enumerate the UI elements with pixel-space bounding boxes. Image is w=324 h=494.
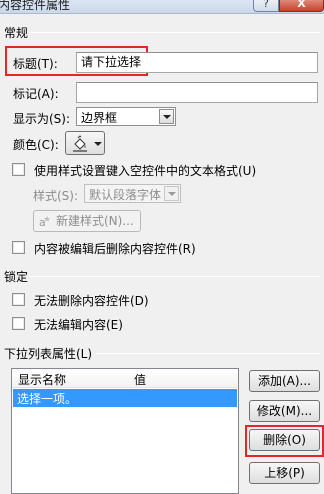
- cannot-delete-label: 无法删除内容控件(D): [34, 294, 149, 308]
- color-picker-button[interactable]: [65, 131, 105, 155]
- remove-on-edit-checkbox[interactable]: [12, 241, 25, 254]
- column-display-name[interactable]: 显示名称: [18, 371, 66, 388]
- tag-input[interactable]: [76, 82, 318, 103]
- new-style-icon: a: [39, 216, 50, 228]
- locking-separator: [30, 276, 320, 277]
- show-as-dropdown-button[interactable]: [159, 109, 174, 124]
- dropdown-list[interactable]: 显示名称 值 选择一项。: [11, 368, 239, 494]
- help-button[interactable]: ?: [253, 0, 279, 12]
- svg-text:a: a: [39, 216, 46, 228]
- dropdown-separator: [96, 353, 320, 354]
- use-style-checkbox[interactable]: [12, 163, 25, 176]
- style-dropdown-button[interactable]: [164, 186, 179, 201]
- cannot-delete-checkbox[interactable]: [12, 293, 25, 306]
- general-section-label: 常规: [4, 26, 29, 40]
- use-style-label: 使用样式设置键入空控件中的文本格式(U): [34, 164, 257, 178]
- style-label: 样式(S):: [33, 189, 79, 203]
- add-button[interactable]: 添加(A)...: [249, 370, 320, 392]
- color-label: 颜色(C):: [13, 138, 59, 152]
- cannot-edit-checkbox[interactable]: [12, 317, 25, 330]
- move-up-button[interactable]: 上移(P): [249, 462, 320, 484]
- cannot-edit-label: 无法编辑内容(E): [34, 318, 123, 332]
- title-label: 标题(T):: [13, 57, 58, 71]
- style-chevron-down-icon: [168, 192, 176, 196]
- tag-label: 标记(A):: [13, 87, 59, 101]
- locking-section-label: 锁定: [4, 270, 29, 284]
- show-as-label: 显示为(S):: [13, 112, 71, 126]
- list-item-display: 选择一项。: [17, 392, 78, 406]
- style-select[interactable]: 默认段落字体: [84, 184, 181, 203]
- modify-button[interactable]: 修改(M)...: [249, 400, 320, 422]
- delete-button[interactable]: 删除(O): [249, 429, 320, 451]
- show-as-value: 边界框: [81, 111, 118, 125]
- list-item[interactable]: 选择一项。: [13, 389, 237, 407]
- paint-bucket-icon: [73, 135, 87, 152]
- color-dropdown-chevron-icon: [94, 142, 102, 146]
- close-button[interactable]: X: [279, 0, 324, 12]
- new-style-label: 新建样式(N)...: [56, 214, 134, 228]
- chevron-down-icon: [163, 115, 171, 119]
- show-as-select[interactable]: 边界框: [76, 107, 176, 126]
- title-input[interactable]: 请下拉选择: [76, 52, 318, 73]
- dropdown-section-label: 下拉列表属性(L): [4, 347, 93, 361]
- dropdown-list-header: 显示名称 值: [12, 369, 238, 388]
- new-style-button[interactable]: a 新建样式(N)...: [33, 210, 141, 232]
- window-title: 内容控件属性: [0, 0, 71, 12]
- column-value[interactable]: 值: [134, 371, 146, 388]
- remove-on-edit-label: 内容被编辑后删除内容控件(R): [34, 242, 196, 256]
- general-separator: [30, 32, 320, 33]
- style-value: 默认段落字体: [89, 188, 162, 202]
